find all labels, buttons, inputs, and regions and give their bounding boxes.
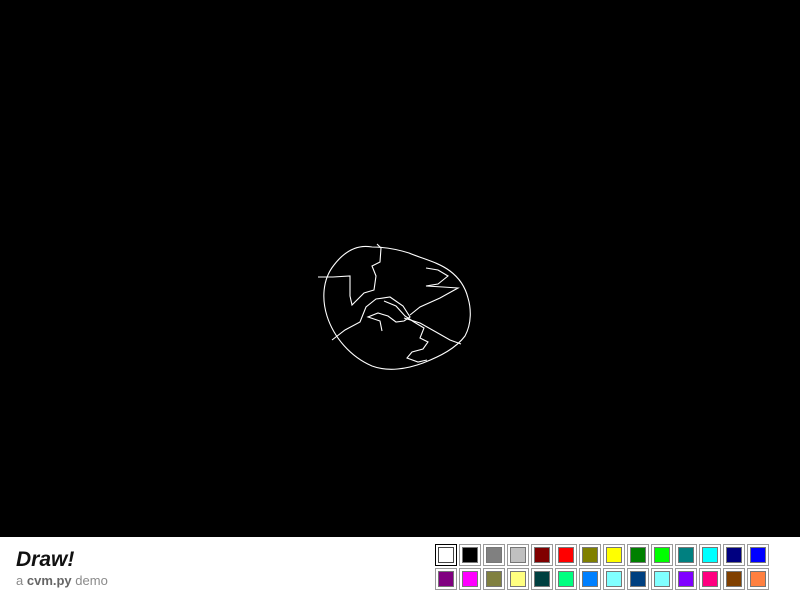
swatch-color-fill <box>750 571 766 587</box>
color-swatch[interactable] <box>723 568 745 590</box>
swatch-color-fill <box>486 571 502 587</box>
color-swatch[interactable] <box>579 544 601 566</box>
bottom-toolbar: Draw! a cvm.py demo <box>0 537 800 600</box>
swatch-color-fill <box>558 547 574 563</box>
swatch-color-fill <box>702 571 718 587</box>
swatch-color-fill <box>726 571 742 587</box>
draw-app: Draw! a cvm.py demo <box>0 0 800 600</box>
subtitle-prefix: a <box>16 573 24 588</box>
color-swatch[interactable] <box>603 568 625 590</box>
swatch-color-fill <box>510 571 526 587</box>
color-swatch[interactable] <box>651 568 673 590</box>
stroke-right-zigzag <box>409 267 460 316</box>
swatch-color-fill <box>606 547 622 563</box>
swatch-color-fill <box>750 547 766 563</box>
swatch-color-fill <box>678 547 694 563</box>
swatch-color-fill <box>702 547 718 563</box>
stroke-center-knot <box>331 296 411 341</box>
stroke-left-squiggle <box>318 243 382 307</box>
swatch-color-fill <box>438 547 454 563</box>
color-swatch[interactable] <box>507 544 529 566</box>
swatch-color-fill <box>438 571 454 587</box>
color-swatch[interactable] <box>723 544 745 566</box>
color-swatch[interactable] <box>651 544 673 566</box>
color-swatch[interactable] <box>747 568 769 590</box>
swatch-color-fill <box>606 571 622 587</box>
color-swatch[interactable] <box>435 544 457 566</box>
subtitle-brand: cvm.py <box>26 573 72 588</box>
color-swatch[interactable] <box>675 544 697 566</box>
color-swatch[interactable] <box>699 568 721 590</box>
swatch-color-fill <box>462 547 478 563</box>
color-swatch[interactable] <box>699 544 721 566</box>
color-swatch[interactable] <box>459 568 481 590</box>
subtitle-suffix: demo <box>75 573 108 588</box>
color-swatch[interactable] <box>507 568 529 590</box>
color-swatch[interactable] <box>675 568 697 590</box>
swatch-color-fill <box>630 571 646 587</box>
swatch-color-fill <box>630 547 646 563</box>
color-swatch[interactable] <box>531 568 553 590</box>
swatch-color-fill <box>678 571 694 587</box>
swatch-color-fill <box>510 547 526 563</box>
drawing-canvas[interactable] <box>0 0 800 537</box>
swatch-color-fill <box>582 571 598 587</box>
swatch-color-fill <box>726 547 742 563</box>
color-swatch[interactable] <box>627 544 649 566</box>
color-swatch[interactable] <box>747 544 769 566</box>
stroke-right-diagonal <box>403 317 462 345</box>
app-title: Draw! <box>16 548 75 571</box>
color-palette <box>435 544 769 590</box>
swatch-color-fill <box>654 547 670 563</box>
swatch-color-fill <box>534 571 550 587</box>
color-swatch[interactable] <box>483 568 505 590</box>
color-swatch[interactable] <box>435 568 457 590</box>
color-swatch[interactable] <box>555 568 577 590</box>
color-swatch[interactable] <box>579 568 601 590</box>
color-swatch[interactable] <box>627 568 649 590</box>
drawing-surface[interactable] <box>0 0 800 537</box>
color-swatch[interactable] <box>531 544 553 566</box>
color-swatch[interactable] <box>603 544 625 566</box>
swatch-color-fill <box>462 571 478 587</box>
swatch-color-fill <box>486 547 502 563</box>
color-swatch[interactable] <box>459 544 481 566</box>
color-swatch[interactable] <box>555 544 577 566</box>
app-subtitle: a cvm.py demo <box>16 573 108 589</box>
color-swatch[interactable] <box>483 544 505 566</box>
swatch-color-fill <box>558 571 574 587</box>
swatch-color-fill <box>654 571 670 587</box>
swatch-color-fill <box>582 547 598 563</box>
swatch-color-fill <box>534 547 550 563</box>
